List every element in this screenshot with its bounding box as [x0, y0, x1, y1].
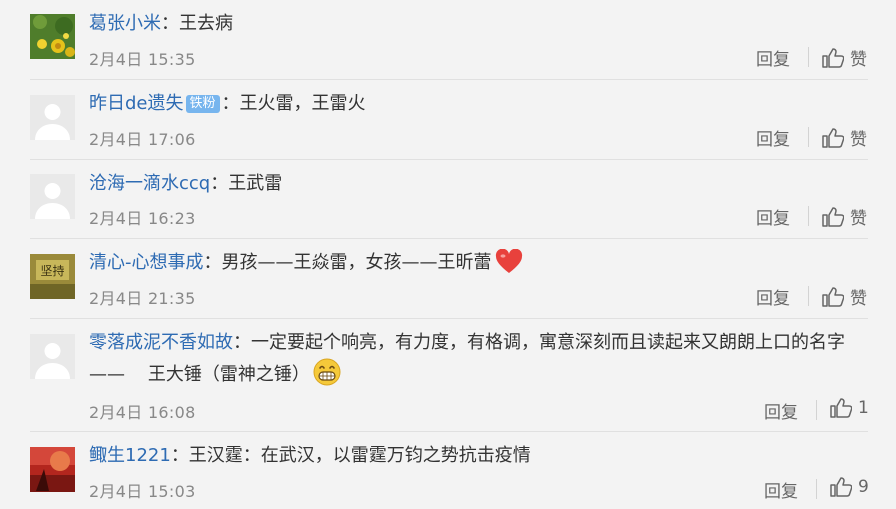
comment-text: 昨日de遗失 铁粉 ：王火雷，王雷火 [89, 89, 856, 119]
comment-text: 鲰生1221：王汉霆：在武汉，以雷霆万钧之势抗击疫情 [89, 441, 856, 471]
like-count: 1 [858, 398, 869, 418]
comment-date: 2月4日 16:23 [89, 209, 196, 228]
username-link[interactable]: 清心-心想事成 [89, 252, 204, 273]
comment-body: ：王去病 [161, 13, 233, 34]
comment-body: ：男孩——王焱雷，女孩——王昕蕾 [203, 252, 492, 273]
reply-button[interactable]: 回复 [756, 284, 790, 309]
divider [808, 206, 809, 226]
comment-body: ：王火雷，王雷火 [221, 93, 366, 114]
divider [816, 479, 817, 499]
thumbs-up-icon [822, 286, 844, 307]
comment-text: 葛张小米：王去病 [89, 9, 856, 39]
thumbs-up-icon [830, 477, 852, 497]
comment-item: 坚持 清心-心想事成：男孩——王焱雷，女孩——王昕蕾 2月4日 21:35 回复… [0, 239, 896, 319]
thumbs-up-icon [830, 398, 852, 418]
username-link[interactable]: 昨日de遗失 [89, 93, 184, 114]
like-button[interactable]: 1 [830, 398, 869, 418]
comment-body: ：一定要起个响亮，有力度，有格调，寓意深刻而且读起来又朗朗上口的名字 [233, 332, 845, 353]
avatar[interactable]: 坚持 [30, 254, 75, 299]
thumbs-up-icon [822, 206, 844, 227]
like-label: 赞 [850, 50, 867, 70]
username-link[interactable]: 零落成泥不香如故 [89, 332, 233, 353]
comment-text: 沧海一滴水ccq：王武雷 [89, 169, 856, 199]
like-button[interactable]: 赞 [822, 284, 867, 309]
comment-date: 2月4日 15:03 [89, 482, 196, 501]
comment-item: 昨日de遗失 铁粉 ：王火雷，王雷火 2月4日 17:06 回复 赞 [0, 80, 896, 160]
username-link[interactable]: 鲰生1221 [89, 445, 171, 466]
username-link[interactable]: 葛张小米 [89, 13, 161, 34]
thumbs-up-icon [822, 47, 844, 68]
reply-button[interactable]: 回复 [764, 398, 798, 423]
reply-button[interactable]: 回复 [756, 125, 790, 150]
divider [816, 400, 817, 420]
like-button[interactable]: 9 [830, 477, 869, 497]
reply-button[interactable]: 回复 [764, 477, 798, 502]
grin-emoji [313, 358, 341, 396]
like-label: 赞 [850, 289, 867, 309]
like-label: 赞 [850, 130, 867, 150]
comment-list: 葛张小米：王去病 2月4日 15:35 回复 赞 昨日de遗失 铁粉 ：王火雷，王雷… [0, 0, 896, 509]
comment-item: 鲰生1221：王汉霆：在武汉，以雷霆万钧之势抗击疫情 2月4日 15:03 回复… [0, 432, 896, 509]
reply-button[interactable]: 回复 [756, 204, 790, 229]
comment-text: 清心-心想事成：男孩——王焱雷，女孩——王昕蕾 [89, 248, 856, 284]
comment-date: 2月4日 15:35 [89, 50, 196, 69]
divider [808, 286, 809, 306]
like-label: 赞 [850, 209, 867, 229]
comment-item: 葛张小米：王去病 2月4日 15:35 回复 赞 [0, 0, 896, 80]
avatar[interactable] [30, 95, 75, 140]
comment-date: 2月4日 21:35 [89, 289, 196, 308]
comment-text: 零落成泥不香如故：一定要起个响亮，有力度，有格调，寓意深刻而且读起来又朗朗上口的… [89, 328, 856, 396]
like-button[interactable]: 赞 [822, 204, 867, 229]
comment-item: 零落成泥不香如故：一定要起个响亮，有力度，有格调，寓意深刻而且读起来又朗朗上口的… [0, 319, 896, 432]
comment-date: 2月4日 16:08 [89, 403, 196, 422]
reply-button[interactable]: 回复 [756, 45, 790, 70]
like-count: 9 [858, 477, 869, 497]
svg-text:坚持: 坚持 [40, 263, 64, 278]
username-link[interactable]: 沧海一滴水ccq [89, 173, 210, 194]
comment-body: ：王汉霆：在武汉，以雷霆万钧之势抗击疫情 [170, 445, 531, 466]
thumbs-up-icon [822, 127, 844, 148]
avatar[interactable] [30, 174, 75, 219]
like-button[interactable]: 赞 [822, 45, 867, 70]
heart-emoji [495, 248, 523, 284]
divider [808, 47, 809, 67]
comment-body-line2: —— 王大锤（雷神之锤） [89, 364, 310, 385]
avatar[interactable] [30, 334, 75, 379]
fan-badge: 铁粉 [185, 95, 220, 113]
comment-body: ：王武雷 [210, 173, 283, 194]
avatar[interactable] [30, 447, 75, 492]
divider [808, 127, 809, 147]
comment-date: 2月4日 17:06 [89, 130, 196, 149]
avatar[interactable] [30, 14, 75, 59]
comment-item: 沧海一滴水ccq：王武雷 2月4日 16:23 回复 赞 [0, 160, 896, 239]
like-button[interactable]: 赞 [822, 125, 867, 150]
